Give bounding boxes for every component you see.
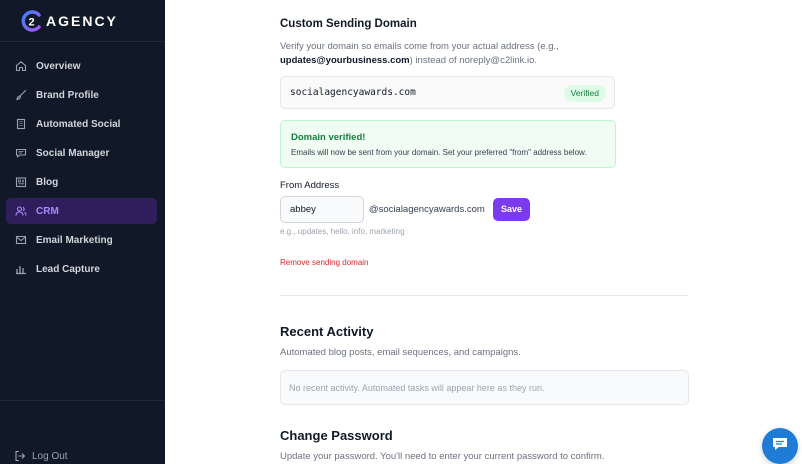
chat-bubble-icon <box>771 436 789 457</box>
section-divider <box>280 295 688 296</box>
sidebar-nav: Overview Brand Profile Automated Social … <box>0 42 165 282</box>
sending-domain-title: Custom Sending Domain <box>280 18 417 30</box>
save-button[interactable]: Save <box>493 198 530 221</box>
brush-icon <box>14 88 28 102</box>
sidebar-item-label: Blog <box>36 176 59 188</box>
brand-logo[interactable]: 2 AGENCY <box>0 0 165 42</box>
sidebar-item-social-manager[interactable]: Social Manager <box>6 140 157 166</box>
from-address-input[interactable]: abbey <box>280 196 364 223</box>
sidebar-item-crm[interactable]: CRM <box>6 198 157 224</box>
sidebar-item-blog[interactable]: Blog <box>6 169 157 195</box>
sidebar: 2 AGENCY Overview Brand Profile Automate… <box>0 0 165 464</box>
newspaper-icon <box>14 175 28 189</box>
chat-widget-button[interactable] <box>762 428 798 464</box>
description-suffix: ) instead of noreply@c2link.io. <box>409 55 538 66</box>
sidebar-item-label: Brand Profile <box>36 89 99 101</box>
c2-logo-icon: 2 <box>20 9 44 33</box>
svg-text:2: 2 <box>29 16 35 28</box>
sidebar-item-email-marketing[interactable]: Email Marketing <box>6 227 157 253</box>
from-address-hint: e.g., updates, hello, info, marketing <box>280 227 405 236</box>
description-prefix: Verify your domain so emails come from y… <box>280 41 559 52</box>
mail-icon <box>14 233 28 247</box>
change-password-description: Update your password. You'll need to ent… <box>280 451 605 462</box>
sidebar-footer: Log Out <box>0 400 165 464</box>
chat-icon <box>14 146 28 160</box>
home-icon <box>14 59 28 73</box>
main-content: Custom Sending Domain Verify your domain… <box>165 0 802 464</box>
domain-display: socialagencyawards.com Verified <box>280 76 615 109</box>
sidebar-item-label: CRM <box>36 205 59 217</box>
recent-activity-description: Automated blog posts, email sequences, a… <box>280 347 521 358</box>
sending-domain-description: Verify your domain so emails come from y… <box>280 40 610 68</box>
sidebar-item-label: Lead Capture <box>36 263 100 275</box>
recent-activity-empty: No recent activity. Automated tasks will… <box>280 370 689 405</box>
sidebar-item-overview[interactable]: Overview <box>6 53 157 79</box>
verified-body: Emails will now be sent from your domain… <box>291 148 587 157</box>
sidebar-item-label: Overview <box>36 60 81 72</box>
brand-name: AGENCY <box>46 12 118 29</box>
users-icon <box>14 204 28 218</box>
verified-badge: Verified <box>563 85 606 102</box>
sidebar-item-lead-capture[interactable]: Lead Capture <box>6 256 157 282</box>
domain-verified-alert: Domain verified! Emails will now be sent… <box>280 120 616 168</box>
from-address-label: From Address <box>280 180 340 191</box>
logout-label: Log Out <box>32 450 68 462</box>
bar-chart-icon <box>14 262 28 276</box>
recent-activity-title: Recent Activity <box>280 324 374 339</box>
domain-name: socialagencyawards.com <box>290 87 416 98</box>
sidebar-item-brand-profile[interactable]: Brand Profile <box>6 82 157 108</box>
verified-title: Domain verified! <box>291 132 366 143</box>
sidebar-item-automated-social[interactable]: Automated Social <box>6 111 157 137</box>
sidebar-item-label: Email Marketing <box>36 234 113 246</box>
logout-button[interactable]: Log Out <box>14 450 68 462</box>
change-password-title: Change Password <box>280 428 393 443</box>
empty-state-text: No recent activity. Automated tasks will… <box>289 383 545 393</box>
description-example: updates@yourbusiness.com <box>280 55 410 66</box>
remove-domain-link[interactable]: Remove sending domain <box>280 258 369 267</box>
sidebar-item-label: Automated Social <box>36 118 121 130</box>
logout-icon <box>14 450 26 462</box>
from-domain-suffix: @socialagencyawards.com <box>369 204 485 215</box>
sidebar-item-label: Social Manager <box>36 147 110 159</box>
building-icon <box>14 117 28 131</box>
